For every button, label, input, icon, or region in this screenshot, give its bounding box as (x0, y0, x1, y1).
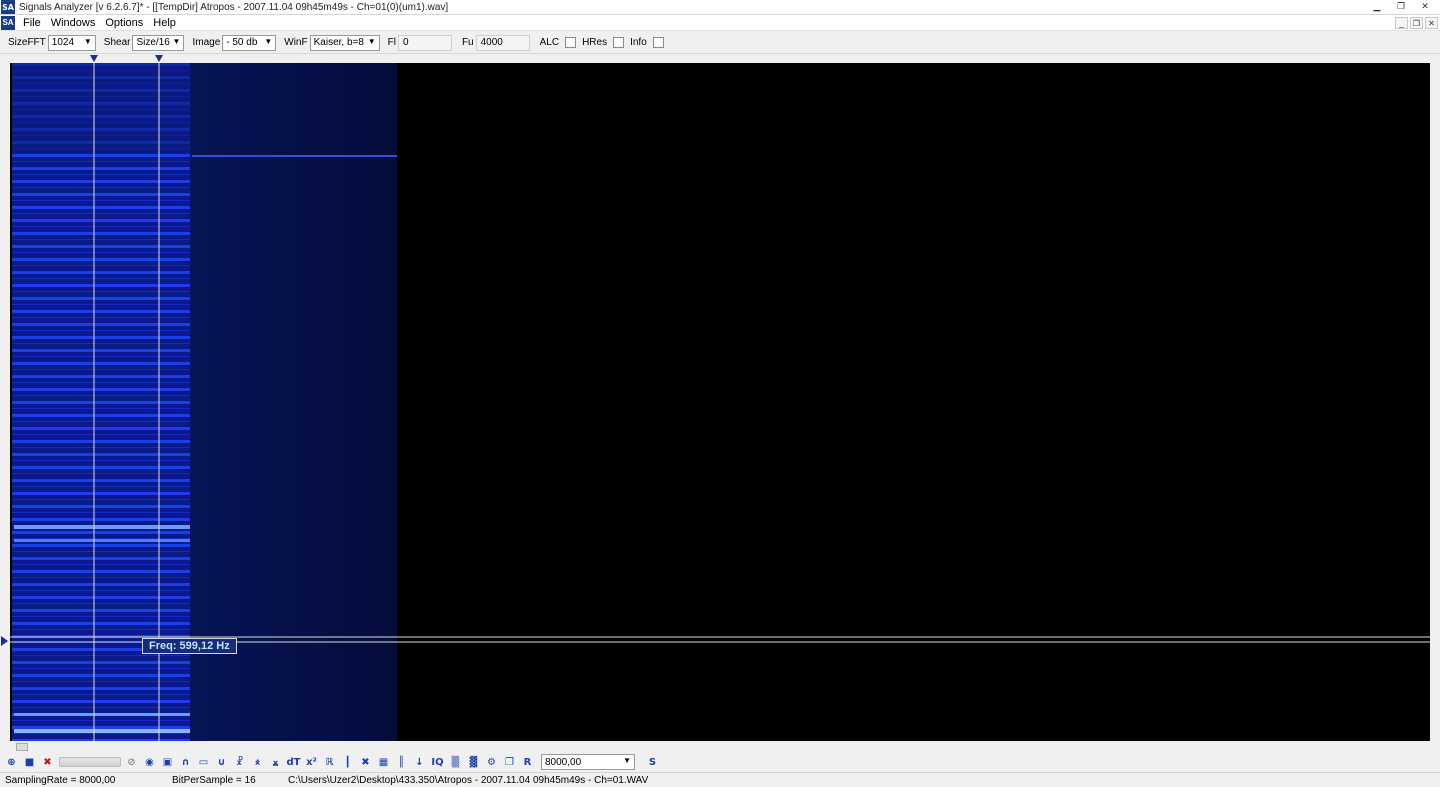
maximize-icon[interactable]: ❐ (1390, 0, 1412, 12)
fq-icon[interactable]: ↓ (412, 755, 427, 770)
status-file-path: C:\Users\Uzer2\Desktop\433.350\Atropos -… (288, 775, 649, 786)
arc-down-icon[interactable]: ∪ (214, 755, 229, 770)
alc-checkbox[interactable] (565, 37, 577, 48)
time-marker-right-handle[interactable] (155, 55, 163, 62)
status-bar: SamplingRate = 8000,00 BitPerSample = 16… (0, 772, 1440, 787)
merge-icon[interactable]: ⨰ (250, 755, 265, 770)
fu-label: Fu (461, 37, 474, 48)
iq-icon[interactable]: IQ (430, 755, 445, 770)
title-bar: SA Signals Analyzer [v 6.2.6.7]* - [[Tem… (0, 0, 1440, 15)
tree-icon[interactable]: ☧ (232, 755, 247, 770)
settings-toolbar: SizeFFT 1024 ▼ Shear Size/16 ▼ Image - 5… (0, 32, 1440, 54)
hres-label: HRes (582, 37, 608, 48)
window-controls: ▁ ❐ ✕ (1366, 0, 1436, 12)
info-checkbox[interactable] (652, 37, 664, 48)
close-window-icon[interactable]: ✕ (1414, 0, 1436, 12)
chevron-down-icon: ▼ (83, 36, 92, 46)
spectrogram-canvas[interactable]: Freq: 599,12 Hz (10, 63, 1430, 741)
shear-value: Size/16 (136, 37, 170, 48)
arc-up-icon[interactable]: ∩ (178, 755, 193, 770)
chevron-down-icon: ▼ (367, 36, 376, 46)
mdi-close-icon[interactable]: ✕ (1425, 17, 1438, 29)
info-label: Info (630, 37, 647, 48)
close-icon[interactable]: ✖ (40, 755, 55, 770)
chevron-down-icon: ▼ (623, 756, 631, 765)
fl-input[interactable]: 0 (397, 34, 452, 51)
menu-logo-icon[interactable]: SA (1, 15, 15, 30)
rate-select[interactable]: 8000,00 ▼ (541, 754, 635, 770)
winf-label: WinF (284, 37, 308, 48)
bars-icon[interactable]: ┃ (340, 755, 355, 770)
shear-label: Shear (103, 37, 131, 48)
cross-icon[interactable]: ✖ (358, 755, 373, 770)
copy-icon[interactable]: ❐ (502, 755, 517, 770)
rect-icon[interactable]: ▭ (196, 755, 211, 770)
rate-value: 8000,00 (545, 756, 582, 768)
zoom-icon[interactable]: ⊕ (4, 755, 19, 770)
columns-icon[interactable]: ║ (394, 755, 409, 770)
disabled-icon[interactable]: ⊘ (124, 755, 139, 770)
fl-label: Fl (387, 37, 396, 48)
menu-help[interactable]: Help (151, 17, 178, 29)
app-logo-icon: SA (1, 0, 15, 14)
bottom-toolbar: ⊕ ■ ✖ ⊘ ◉ ▣ ∩ ▭ ∪ ☧ ⨰ ⨱ dT x² ℝ ┃ ✖ ▦ ║ … (0, 752, 1440, 772)
shear-select[interactable]: Size/16 ▼ (132, 34, 185, 51)
position-slider[interactable] (59, 757, 121, 767)
grid-icon[interactable]: ▦ (376, 755, 391, 770)
winf-select[interactable]: Kaiser, b=8 ▼ (309, 34, 380, 51)
x2-icon[interactable]: x² (304, 755, 319, 770)
mdi-minimize-icon[interactable]: _ (1395, 17, 1408, 29)
status-bit-per-sample: BitPerSample = 16 (172, 775, 256, 786)
sizefft-value: 1024 (51, 37, 75, 48)
fu-input[interactable]: 4000 (475, 34, 530, 51)
sizefft-label: SizeFFT (8, 37, 46, 48)
image-label: Image (192, 37, 221, 48)
split-icon[interactable]: ⨱ (268, 755, 283, 770)
sizefft-select[interactable]: 1024 ▼ (47, 34, 96, 51)
r-icon[interactable]: ℝ (322, 755, 337, 770)
stop-icon[interactable]: ■ (22, 755, 37, 770)
spectrogram-panel: Freq: 599,12 Hz (0, 55, 1440, 752)
menu-file[interactable]: File (21, 17, 43, 29)
chevron-down-icon: ▼ (264, 36, 273, 46)
mdi-controls: _ ❐ ✕ (1395, 17, 1438, 29)
chevron-down-icon: ▼ (172, 36, 181, 46)
horizontal-scrollbar[interactable] (10, 743, 1430, 751)
r-letter-icon[interactable]: R (520, 755, 535, 770)
speaker-icon[interactable]: ◉ (142, 755, 157, 770)
status-sampling-rate: SamplingRate = 8000,00 (5, 775, 116, 786)
pattern2-icon[interactable]: ▓ (466, 755, 481, 770)
alc-label: ALC (539, 37, 560, 48)
image-select[interactable]: - 50 db ▼ (222, 34, 277, 51)
s-letter-icon[interactable]: S (645, 755, 660, 770)
freq-readout: Freq: 599,12 Hz (142, 638, 237, 654)
minimize-icon[interactable]: ▁ (1366, 0, 1388, 12)
dt-icon[interactable]: dT (286, 755, 301, 770)
menu-options[interactable]: Options (103, 17, 145, 29)
scrollbar-thumb[interactable] (16, 743, 28, 751)
hres-checkbox[interactable] (613, 37, 625, 48)
gear-icon[interactable]: ⚙ (484, 755, 499, 770)
freq-marker-handle[interactable] (1, 636, 8, 646)
image-value: - 50 db (226, 37, 258, 48)
pattern1-icon[interactable]: ▒ (448, 755, 463, 770)
square-icon[interactable]: ▣ (160, 755, 175, 770)
time-marker-left-handle[interactable] (90, 55, 98, 62)
winf-value: Kaiser, b=8 (313, 37, 364, 48)
menu-bar: SA File Windows Options Help _ ❐ ✕ (0, 15, 1440, 31)
window-title: Signals Analyzer [v 6.2.6.7]* - [[TempDi… (19, 1, 449, 13)
mdi-restore-icon[interactable]: ❐ (1410, 17, 1423, 29)
menu-windows[interactable]: Windows (49, 17, 98, 29)
